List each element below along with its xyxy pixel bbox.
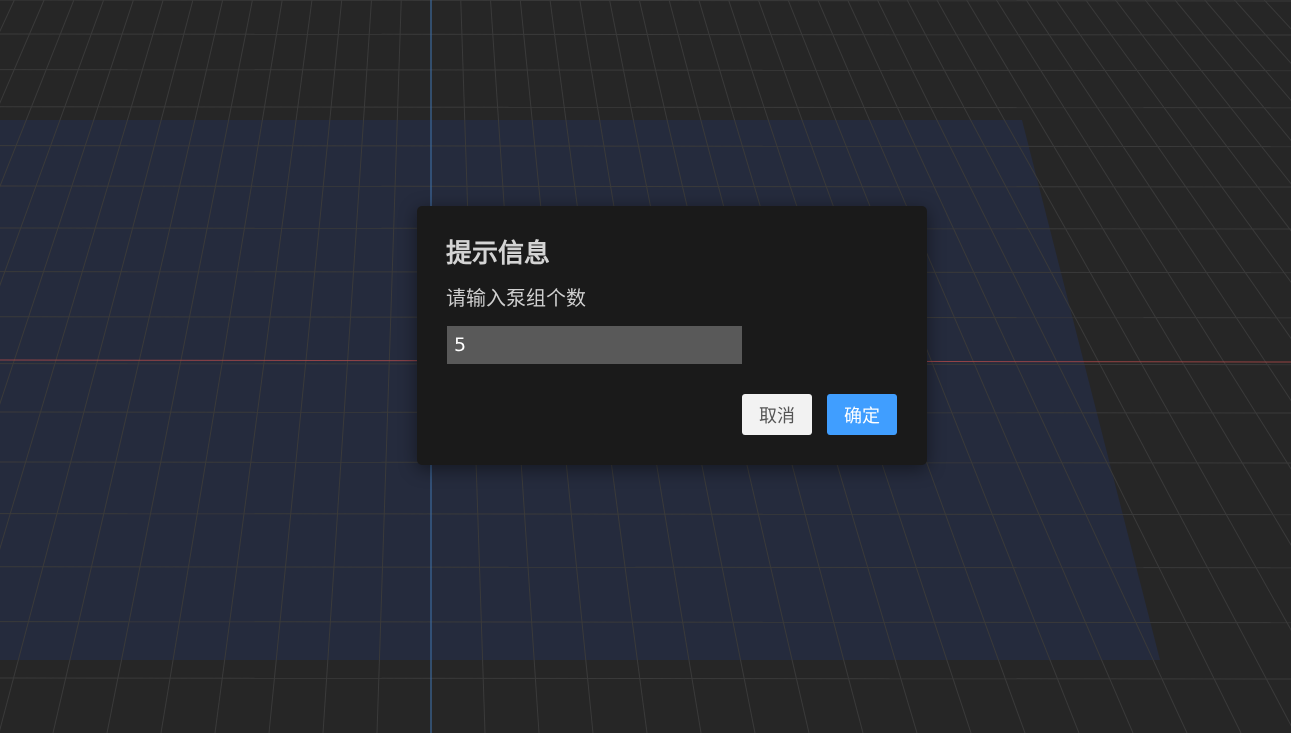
dialog-title: 提示信息 <box>446 239 551 269</box>
cancel-button[interactable]: 取消 <box>742 394 812 435</box>
grid-line <box>0 0 1291 2</box>
grid-line <box>0 69 1291 72</box>
prompt-dialog: 提示信息 请输入泵组个数 取消 确定 <box>417 206 927 465</box>
3d-viewport[interactable]: 提示信息 请输入泵组个数 取消 确定 <box>0 0 1291 733</box>
dialog-message: 请输入泵组个数 <box>446 286 586 310</box>
pump-count-input[interactable] <box>447 326 742 364</box>
confirm-button[interactable]: 确定 <box>827 394 897 435</box>
grid-line <box>0 677 1291 680</box>
grid-line <box>0 33 1291 36</box>
